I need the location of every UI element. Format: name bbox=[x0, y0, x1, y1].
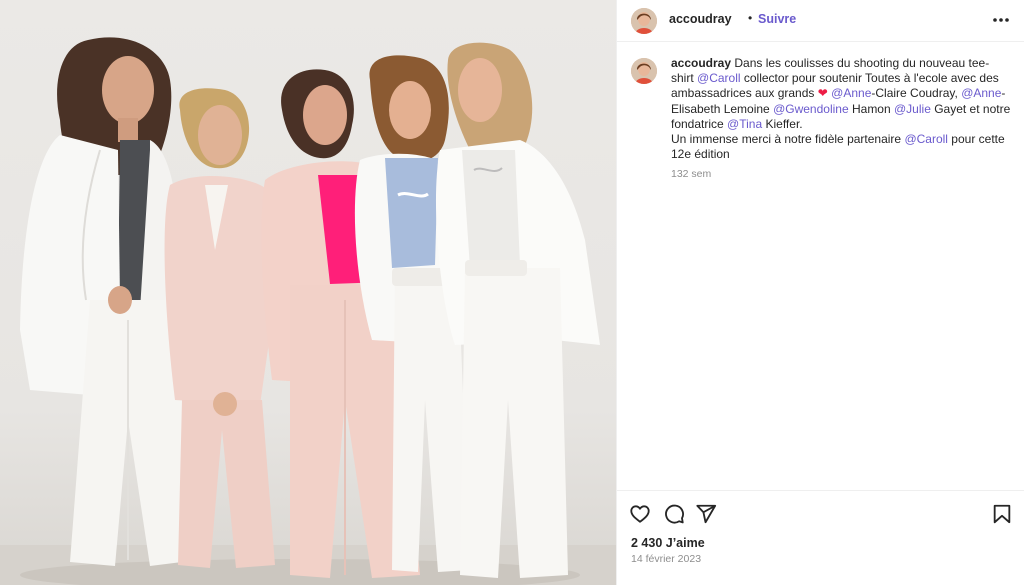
likes-count[interactable]: 2 430 J’aime bbox=[631, 536, 705, 550]
mention-anne[interactable]: @Anne bbox=[961, 86, 1001, 100]
person-2 bbox=[164, 88, 275, 568]
share-icon[interactable] bbox=[695, 503, 717, 525]
caption-text: Un immense merci à notre fidèle partenai… bbox=[671, 132, 905, 147]
post-header: accoudray • Suivre bbox=[617, 0, 1024, 42]
caption-avatar[interactable] bbox=[631, 58, 657, 84]
mention-gwendoline[interactable]: @Gwendoline bbox=[773, 102, 849, 116]
heart-icon[interactable] bbox=[629, 503, 651, 525]
mention-caroll[interactable]: @Caroll bbox=[697, 71, 741, 85]
photo-illustration bbox=[0, 37, 616, 585]
caption-text: -Claire Coudray, bbox=[871, 86, 962, 101]
comment-icon[interactable] bbox=[663, 503, 685, 525]
mention-caroll[interactable]: @Caroll bbox=[904, 132, 948, 146]
post-date: 14 février 2023 bbox=[631, 553, 702, 565]
mention-anne[interactable]: @Anne bbox=[831, 86, 871, 100]
post-side-panel: accoudray • Suivre accoudray Dans les co… bbox=[616, 0, 1024, 585]
bookmark-icon[interactable] bbox=[991, 503, 1013, 525]
caption-text: Hamon bbox=[848, 101, 894, 116]
avatar[interactable] bbox=[631, 8, 657, 34]
mention-tina[interactable]: @Tina bbox=[727, 117, 762, 131]
more-options-icon[interactable] bbox=[991, 10, 1011, 30]
post-age[interactable]: 132 sem bbox=[671, 168, 711, 180]
mention-julie[interactable]: @Julie bbox=[894, 102, 931, 116]
post-caption: accoudray Dans les coulisses du shooting… bbox=[671, 56, 1011, 162]
post-actions: 2 430 J’aime 14 février 2023 bbox=[617, 490, 1024, 585]
separator-dot: • bbox=[748, 11, 753, 25]
username[interactable]: accoudray bbox=[669, 12, 732, 26]
caption-text: Kieffer. bbox=[762, 116, 803, 131]
red-heart-emoji: ❤ bbox=[817, 86, 828, 101]
caption-username[interactable]: accoudray bbox=[671, 56, 731, 70]
follow-button[interactable]: Suivre bbox=[758, 12, 796, 26]
post-photo[interactable] bbox=[0, 0, 616, 585]
